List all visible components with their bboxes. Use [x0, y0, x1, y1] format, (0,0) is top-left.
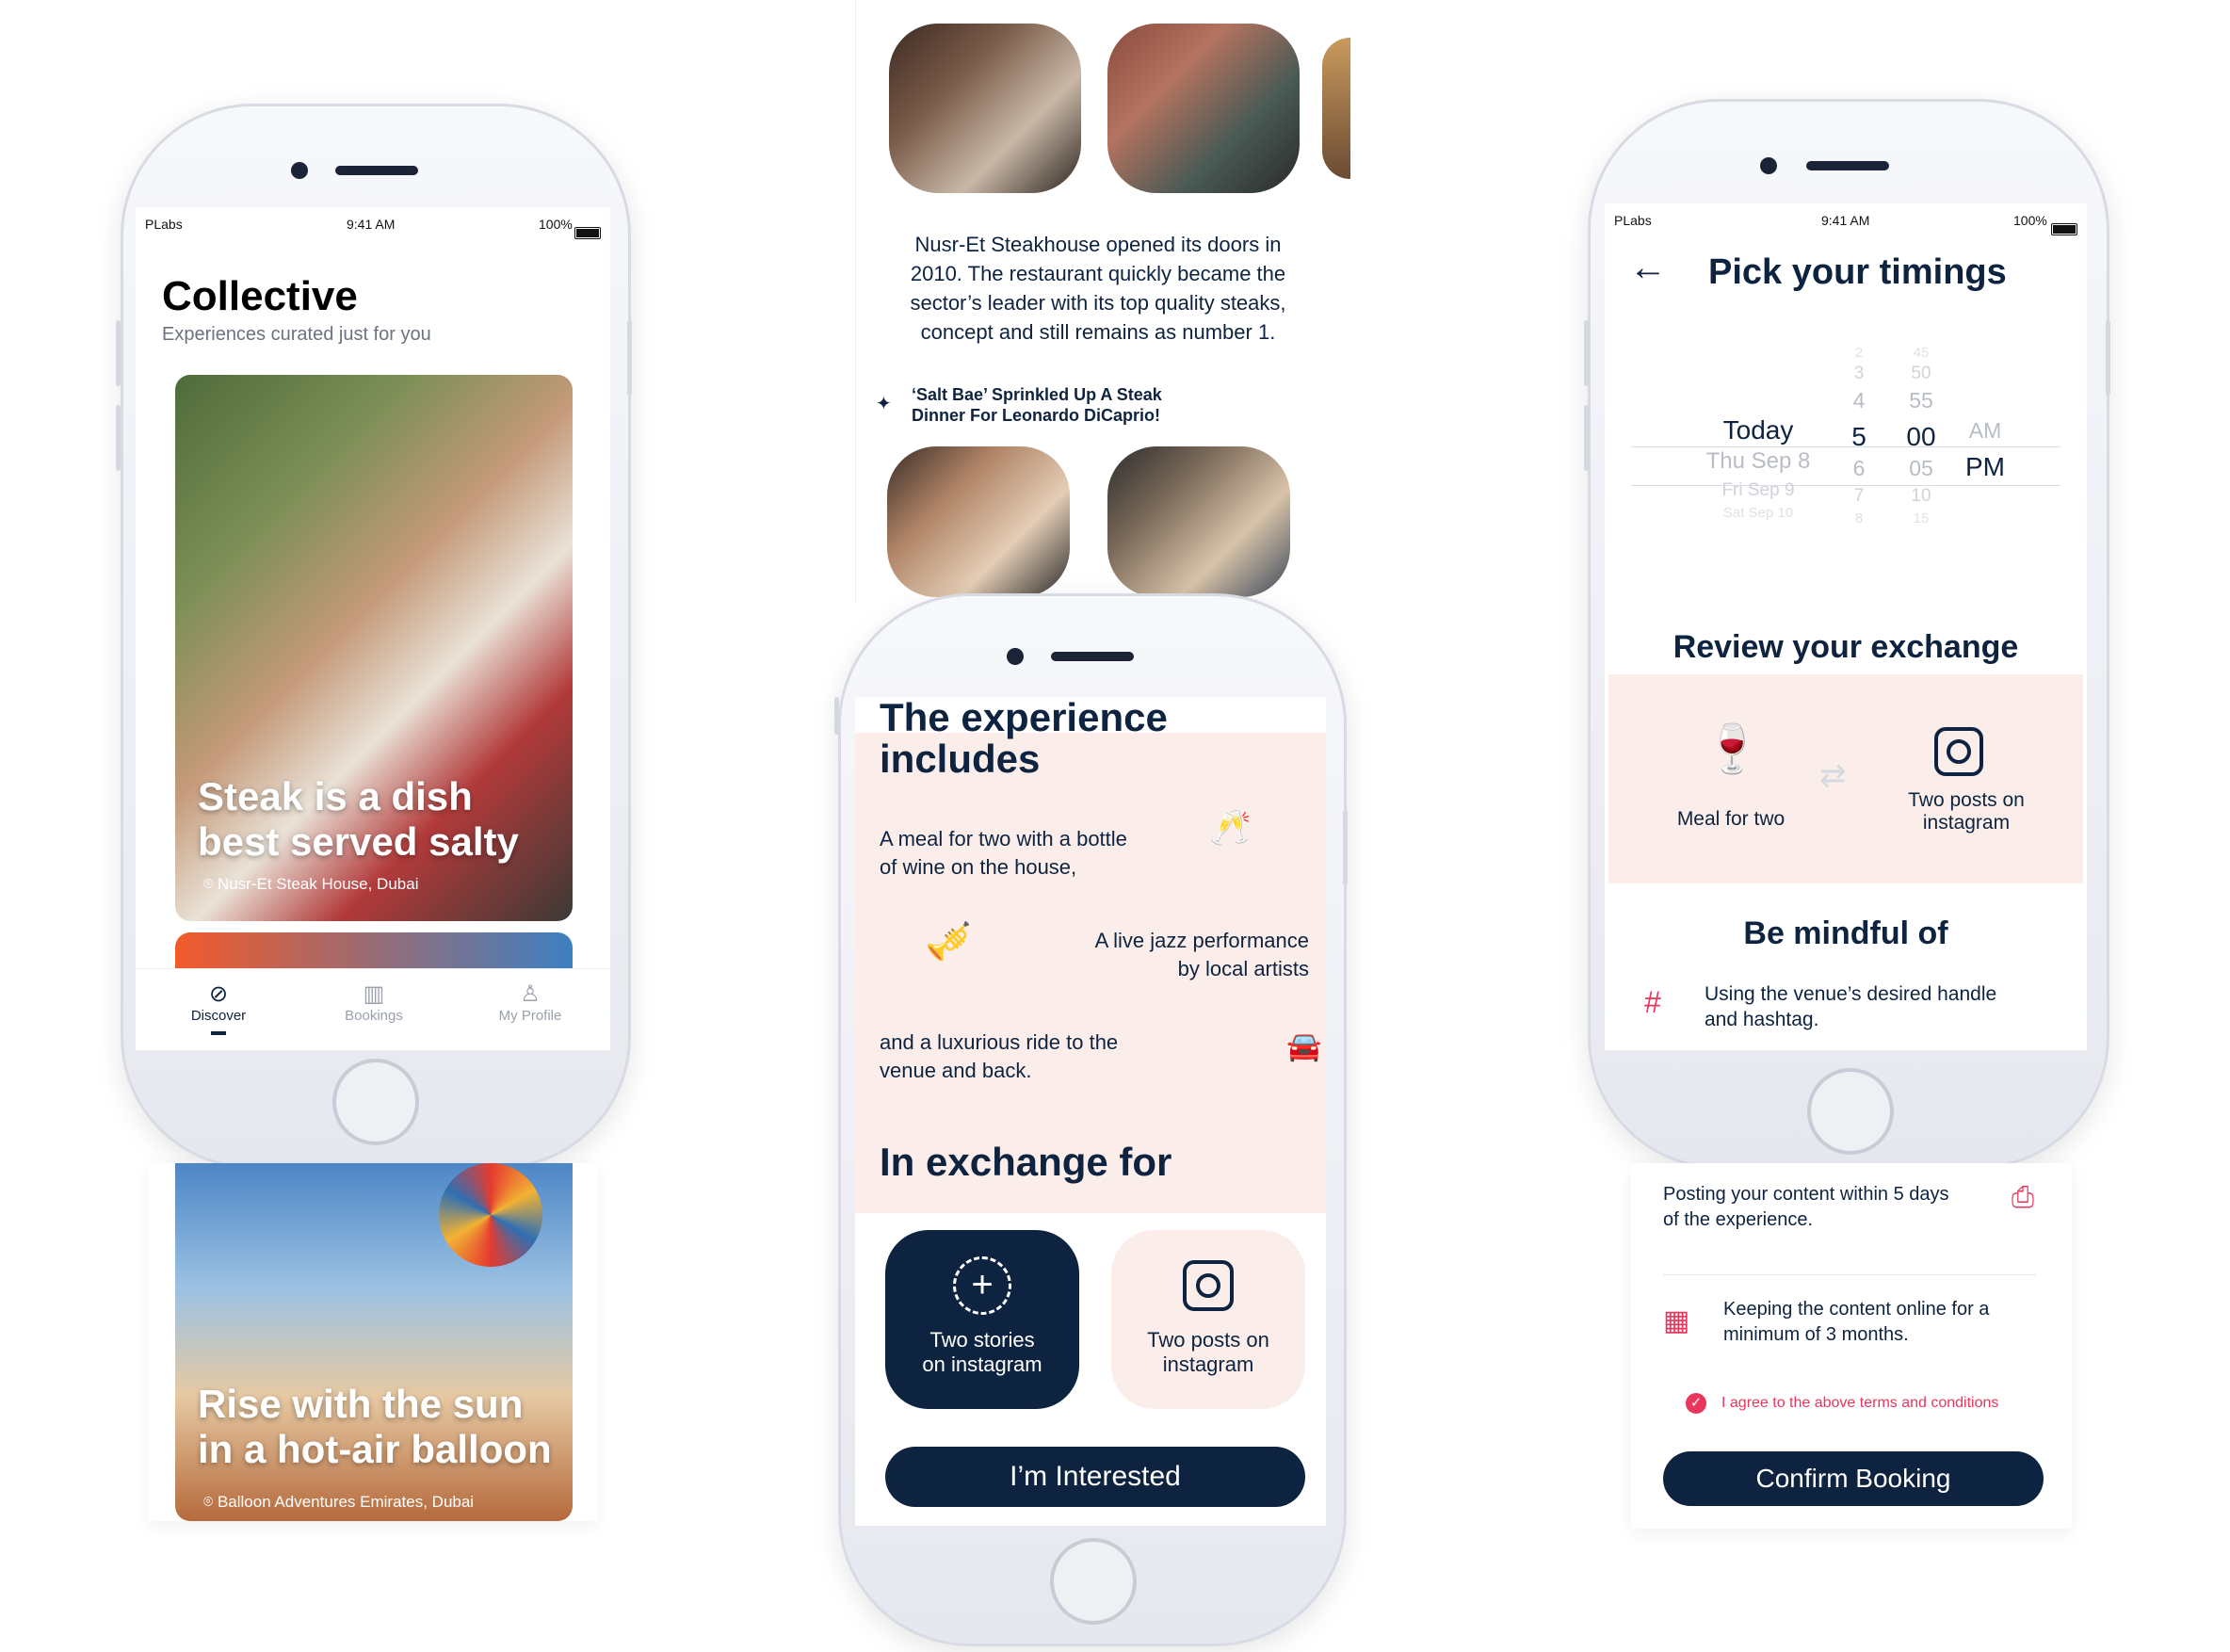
side-button [116, 405, 121, 471]
champagne-glasses-icon: 🥂 [1209, 808, 1252, 847]
include-item-ride: and a luxurious ride to the venue and ba… [880, 1030, 1119, 1082]
celebrity-photo-2[interactable] [1107, 446, 1290, 597]
pin-icon: ⌾ [203, 875, 214, 893]
experience-card-balloon-peek[interactable] [175, 932, 573, 970]
exchange-option-stories[interactable]: + Two stories on instagram [885, 1230, 1079, 1409]
clock: 9:41 AM [1821, 213, 1870, 228]
card-location: ⌾ Balloon Adventures Emirates, Dubai [203, 1493, 475, 1511]
back-arrow-icon[interactable]: ← [1629, 247, 1667, 289]
tab-bar: ⊘ Discover ▥ Bookings ♙ My Profile [136, 968, 610, 1050]
status-bar: PLabs 9:41 AM 100% [1605, 203, 2087, 235]
review-title: Review your exchange [1672, 629, 2019, 665]
page-title: Pick your timings [1708, 252, 2007, 292]
screen-experience-details: The experience includes A meal for two w… [855, 697, 1326, 1526]
tab-my-profile[interactable]: ♙ My Profile [474, 980, 587, 1024]
trumpet-icon: 🎺 [925, 921, 972, 963]
speaker-grille [1051, 652, 1134, 661]
card-caption: Steak is a dish best served salty [198, 774, 519, 864]
battery-label: 100% [2013, 213, 2047, 228]
carrier: PLabs [1614, 213, 1652, 228]
ampm-wheel[interactable]: AM PM [1955, 418, 2015, 486]
calendar-icon: ▦ [1663, 1305, 1690, 1336]
hour-wheel[interactable]: 2 3 4 5 6 7 8 [1838, 345, 1880, 529]
page-subtitle: Experiences curated just for you [162, 324, 431, 345]
mindful-title: Be mindful of [1743, 915, 1948, 951]
time-picker[interactable]: Today Thu Sep 8 Fri Sep 9 Sat Sep 10 2 3… [1631, 345, 2060, 618]
interested-button[interactable]: I’m Interested [885, 1447, 1305, 1507]
clock: 9:41 AM [347, 217, 396, 232]
side-button [627, 320, 632, 396]
camera-dot [1007, 648, 1024, 665]
screen-discover: PLabs 9:41 AM 100% Collective Experience… [136, 207, 610, 1050]
pin-icon: ⌾ [203, 1493, 214, 1511]
add-story-icon: + [953, 1256, 1011, 1315]
balloon-illustration [439, 1163, 542, 1267]
give-label: Meal for two [1676, 808, 1786, 830]
review-panel: 🍷 Meal for two ⇄ Two posts on instagram [1608, 674, 2083, 883]
active-tab-indicator [211, 1031, 226, 1035]
screen-extension-right: Posting your content within 5 days of th… [1631, 1163, 2072, 1529]
agree-checkbox[interactable]: ✓ [1686, 1393, 1706, 1414]
dining-icon: 🍷 [1703, 722, 1762, 775]
sparkle-icon: ✦ [876, 394, 892, 414]
home-button[interactable] [1050, 1538, 1137, 1625]
exchange-arrows-icon: ⇄ [1819, 758, 1847, 794]
card-caption: Rise with the sun in a hot-air balloon [198, 1382, 552, 1471]
card-location: ⌾ Nusr-Et Steak House, Dubai [203, 875, 419, 893]
tab-discover[interactable]: ⊘ Discover [162, 980, 275, 1035]
compass-icon: ⊘ [208, 981, 229, 1007]
page-title: Collective [162, 273, 358, 319]
car-icon: 🚘 [1286, 1031, 1322, 1062]
rule-handle-hashtag: Using the venue’s desired handle and has… [1705, 983, 1997, 1030]
instagram-icon [1183, 1260, 1234, 1311]
side-button [1584, 405, 1589, 471]
include-item-jazz: A live jazz performance by local artists [1094, 929, 1309, 980]
camera-dot [291, 162, 308, 179]
hashtag-icon: # [1644, 985, 1661, 1019]
highlight-headline: ‘Salt Bae’ Sprinkled Up A Steak Dinner F… [912, 385, 1162, 425]
rule-posting-window: Posting your content within 5 days of th… [1663, 1184, 1949, 1230]
instagram-icon [1934, 727, 1983, 776]
venue-description: Nusr-Et Steakhouse opened its doors in 2… [910, 233, 1286, 344]
side-button [1343, 810, 1348, 885]
divider [1663, 1274, 2036, 1275]
home-button[interactable] [1807, 1068, 1894, 1155]
carrier: PLabs [145, 217, 183, 232]
exchange-option-posts[interactable]: Two posts on instagram [1111, 1230, 1305, 1409]
person-icon: ♙ [520, 981, 541, 1007]
side-button [1584, 320, 1589, 386]
day-wheel[interactable]: Today Thu Sep 8 Fri Sep 9 Sat Sep 10 [1678, 345, 1838, 524]
screen-booking: PLabs 9:41 AM 100% ← Pick your timings T… [1605, 203, 2087, 1050]
home-button[interactable] [332, 1059, 419, 1145]
celebrity-photo-1[interactable] [887, 446, 1070, 597]
get-label: Two posts on instagram [1908, 789, 2025, 834]
side-button [2106, 320, 2110, 396]
building-icon: ▥ [363, 981, 385, 1007]
speaker-grille [335, 166, 418, 175]
speaker-grille [1806, 161, 1889, 170]
camera-dot [1760, 157, 1777, 174]
venue-photo-interior[interactable] [889, 24, 1081, 193]
side-button [834, 697, 839, 735]
include-item-meal: A meal for two with a bottle of wine on … [880, 827, 1127, 879]
includes-title: The experience includes [880, 697, 1168, 781]
venue-photo-exterior[interactable] [1107, 24, 1300, 193]
phone-download-icon: ⎙ [2012, 1182, 2034, 1213]
experience-card-balloon[interactable]: Rise with the sun in a hot-air balloon ⌾… [175, 1163, 573, 1521]
exchange-title: In exchange for [880, 1140, 1172, 1184]
battery-label: 100% [539, 217, 573, 232]
experience-card-steak[interactable]: Steak is a dish best served salty ⌾ Nusr… [175, 375, 573, 921]
minute-wheel[interactable]: 45 50 55 00 05 10 15 [1895, 345, 1947, 529]
agree-label[interactable]: I agree to the above terms and condition… [1721, 1395, 1998, 1412]
confirm-booking-button[interactable]: Confirm Booking [1663, 1451, 2044, 1506]
venue-photo-peek[interactable] [1322, 38, 1350, 179]
tab-bookings[interactable]: ▥ Bookings [317, 980, 430, 1024]
status-bar: PLabs 9:41 AM 100% [136, 207, 610, 239]
rule-keep-online: Keeping the content online for a minimum… [1723, 1299, 1990, 1345]
side-button [116, 320, 121, 386]
